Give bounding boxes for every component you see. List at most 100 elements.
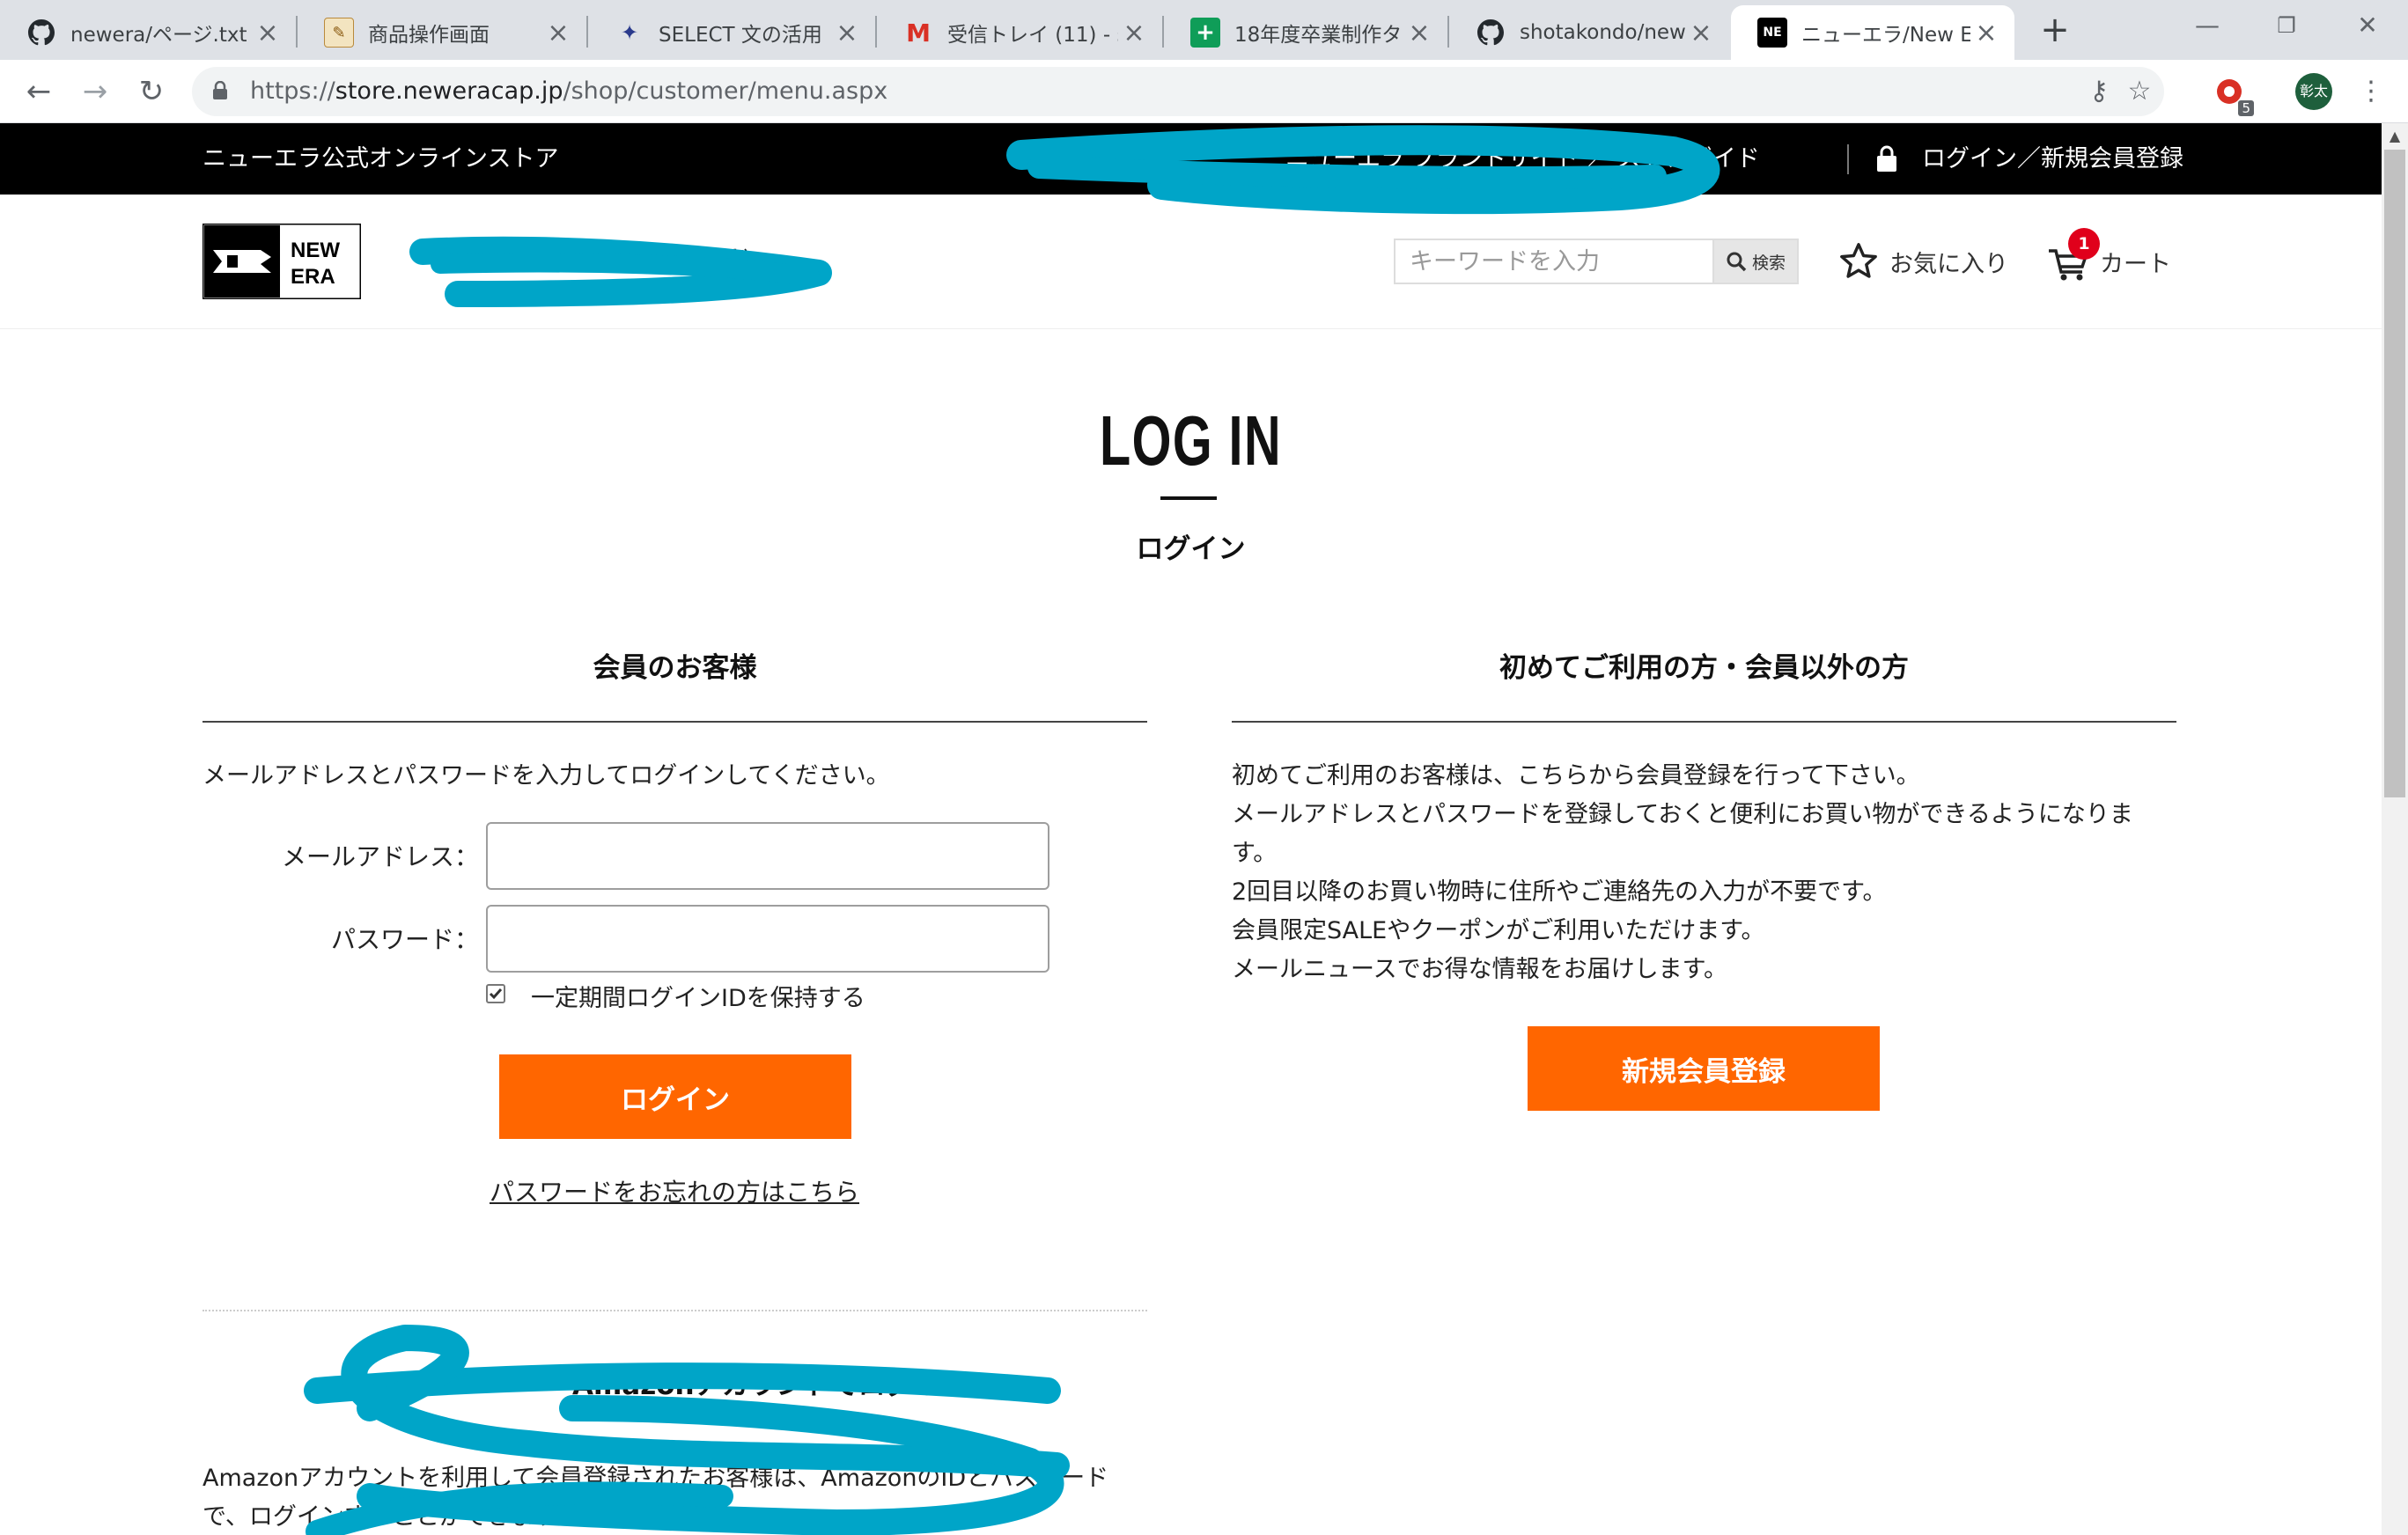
amazon-line: Amazonアカウントを利用して会員登録されたお客様は、AmazonのIDとパス… [203, 1465, 1109, 1492]
address-bar[interactable]: https://store.neweracap.jp/shop/customer… [192, 67, 2164, 116]
site-topbar: ニューエラ公式オンラインストア ニューエラ ブランドサイト ／ ストアガイド ロ… [0, 123, 2382, 195]
url-path: /shop/customer/menu.aspx [563, 77, 888, 105]
tab-select-article[interactable]: ✦ SELECT 文の活用 × [588, 5, 875, 60]
scroll-up-icon[interactable]: ▲ [2382, 123, 2408, 150]
page-icon: ✎ [324, 18, 354, 48]
search-button[interactable]: 検索 [1712, 239, 1799, 284]
tab-github-repo[interactable]: shotakondo/newe × [1449, 5, 1729, 60]
url-host: store.neweracap.jp [335, 77, 563, 105]
newcomer-line: 会員限定SALEやクーポンがご利用いただけます。 [1232, 917, 1765, 944]
browser-tab-strip: newera/ページ.txt at × ✎ 商品操作画面 × ✦ SELECT … [0, 0, 2408, 60]
tab-sheets[interactable]: + 18年度卒業制作タ × [1164, 5, 1447, 60]
amazon-line: で、ログインすることができます。 [203, 1503, 580, 1531]
forward-button[interactable]: → [74, 70, 116, 113]
svg-text:NEW: NEW [291, 239, 340, 262]
newcomer-heading: 初めてご利用の方・会員以外の方 [1499, 652, 1909, 684]
star-icon[interactable]: ☆ [2122, 76, 2157, 107]
close-icon[interactable]: × [1118, 18, 1150, 48]
back-button[interactable]: ← [18, 70, 60, 113]
newera-logo[interactable]: NEW ERA [203, 224, 361, 299]
section-divider [203, 1310, 1147, 1311]
page-title: LOG IN [1099, 401, 1283, 480]
tab-github-page[interactable]: newera/ページ.txt at × [0, 5, 296, 60]
menu-icon[interactable]: ⋮ [2358, 72, 2384, 111]
newcomer-heading-rule [1232, 721, 2176, 723]
reload-button[interactable]: ↻ [130, 70, 173, 113]
db-icon: ✦ [620, 20, 639, 45]
gmail-icon: M [906, 18, 931, 48]
cart-count-badge: 1 [2068, 228, 2100, 260]
github-icon [1476, 18, 1506, 48]
login-button[interactable]: ログイン [499, 1054, 851, 1139]
extension-badge: 5 [2238, 100, 2254, 116]
tab-title: 商品操作画面 [368, 24, 490, 47]
forgot-password-link[interactable]: パスワードをお忘れの方はこちら [490, 1173, 859, 1208]
remember-checkbox[interactable] [486, 984, 505, 1003]
newcomer-line: す。 [1232, 840, 1278, 867]
close-icon[interactable]: × [1685, 18, 1717, 48]
password-label: パスワード： [330, 925, 479, 954]
amazon-description: Amazonアカウントを利用して会員登録されたお客様は、AmazonのIDとパス… [203, 1459, 1147, 1535]
scrollbar-thumb[interactable] [2384, 150, 2405, 797]
close-icon[interactable]: × [1403, 18, 1435, 48]
topbar-links[interactable]: ニューエラ ブランドサイト ／ ストアガイド [1285, 123, 1760, 195]
topbar-divider [1847, 144, 1849, 174]
svg-text:ERA: ERA [291, 265, 335, 289]
browser-toolbar: ← → ↻ https://store.neweracap.jp/shop/cu… [0, 60, 2408, 123]
cart-icon: 1 [2047, 228, 2100, 283]
window-close-icon[interactable]: ✕ [2328, 0, 2407, 53]
checkmark-icon [489, 988, 503, 1000]
star-icon [1840, 243, 1877, 278]
email-field[interactable] [486, 822, 1049, 890]
close-icon[interactable]: × [1970, 18, 2002, 48]
store-name: ニューエラ公式オンラインストア [203, 145, 559, 173]
minimize-icon[interactable]: — [2168, 0, 2247, 53]
github-icon [26, 18, 56, 48]
tab-title: SELECT 文の活用 [659, 24, 822, 47]
newcomer-line: 初めてご利用のお客様は、こちらから会員登録を行って下さい。 [1232, 762, 1920, 790]
close-icon[interactable]: × [542, 18, 574, 48]
newcomer-line: メールニュースでお得な情報をお届けします。 [1232, 956, 1727, 983]
cart-link[interactable]: 1 カート [2047, 228, 2171, 284]
login-register-link[interactable]: ログイン／新規会員登録 [1922, 123, 2183, 195]
search-form: 検索 [1394, 239, 1799, 284]
newera-icon: NE [1757, 18, 1787, 48]
search-button-label: 検索 [1751, 253, 1786, 273]
member-instruction: メールアドレスとパスワードを入力してログインしてください。 [203, 762, 890, 790]
key-icon[interactable]: ⚷ [2081, 76, 2117, 107]
page-scrollbar[interactable]: ▲ [2382, 123, 2408, 1535]
tab-title: ニューエラ/New Era [1801, 24, 1970, 47]
tab-newera-active[interactable]: NE ニューエラ/New Era × [1731, 5, 2014, 60]
sheets-icon: + [1190, 18, 1220, 48]
profile-avatar[interactable]: 彰太 [2295, 73, 2332, 110]
restore-icon[interactable]: ❐ [2247, 0, 2326, 53]
tab-product-page[interactable]: ✎ 商品操作画面 × [298, 5, 586, 60]
password-field[interactable] [486, 905, 1049, 973]
close-icon[interactable]: × [252, 18, 284, 48]
newcomer-line: メールアドレスとパスワードを登録しておくと便利にお買い物ができるようになりま [1232, 801, 2133, 828]
search-icon [1727, 252, 1747, 272]
tab-gmail[interactable]: M 受信トレイ (11) - sk × [877, 5, 1162, 60]
extension-icon[interactable]: 5 [2213, 76, 2254, 116]
title-divider [1160, 496, 1217, 500]
global-nav[interactable]: 新商品情報 フィーチャード [431, 240, 751, 275]
close-icon[interactable]: × [831, 18, 863, 48]
email-label: メールアドレス： [281, 842, 479, 871]
tab-title: shotakondo/newe [1520, 21, 1685, 44]
search-input[interactable] [1394, 239, 1714, 284]
lock-icon [1877, 145, 1896, 172]
favorites-label: お気に入り [1889, 250, 2008, 278]
favorites-link[interactable]: お気に入り [1838, 239, 2008, 284]
cart-label: カート [2100, 250, 2171, 278]
lock-icon [213, 81, 227, 99]
newcomer-description: 初めてご利用のお客様は、こちらから会員登録を行って下さい。 メールアドレスとパス… [1232, 757, 2183, 989]
site-header: NEW ERA 新商品情報 フィーチャード 検索 お気に入り 1 カート [0, 195, 2382, 329]
remember-label[interactable]: 一定期間ログインIDを保持する [531, 979, 865, 1013]
new-tab-button[interactable]: + [2036, 7, 2074, 53]
tab-title: 受信トレイ (11) - sk [947, 24, 1118, 47]
newcomer-line: 2回目以降のお買い物時に住所やご連絡先の入力が不要です。 [1232, 878, 1887, 906]
page-subtitle: ログイン [1136, 533, 1246, 565]
register-button[interactable]: 新規会員登録 [1528, 1026, 1880, 1111]
member-heading: 会員のお客様 [593, 652, 757, 684]
url-text: https://store.neweracap.jp/shop/customer… [250, 67, 887, 116]
